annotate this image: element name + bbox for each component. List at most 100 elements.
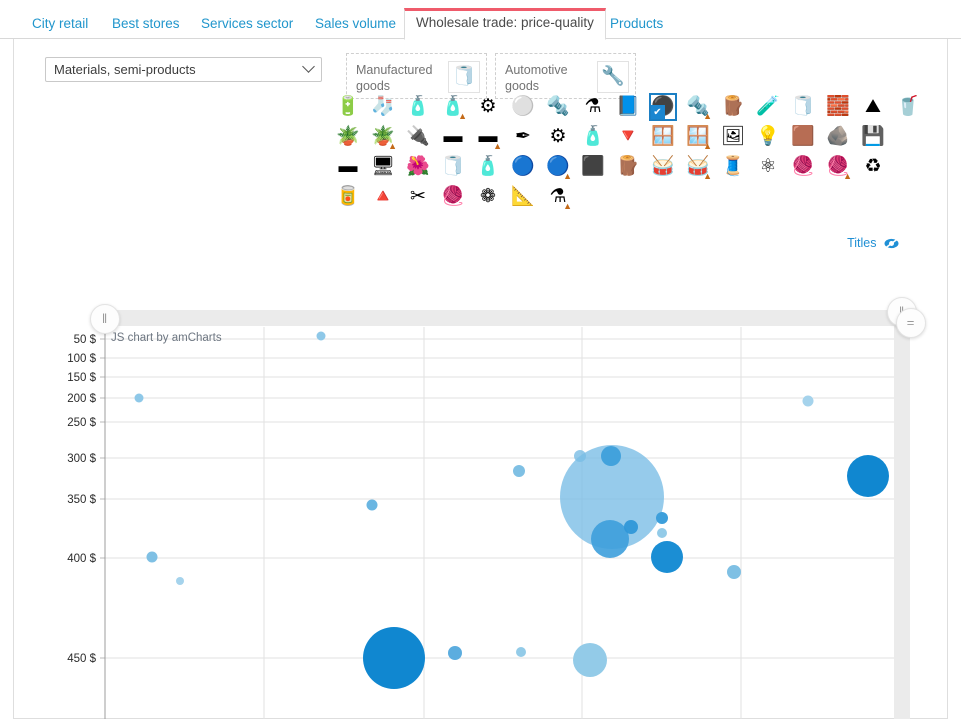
bubble-point[interactable] [657, 528, 667, 538]
bubble-point[interactable] [601, 446, 621, 466]
cups-icon[interactable]: 🥤 [894, 93, 922, 121]
warning-triangle-icon: ▲ [493, 141, 502, 151]
bubble-point[interactable] [651, 541, 683, 573]
microchip-icon[interactable]: ▬ [334, 153, 362, 181]
flower-icon[interactable]: 🌺 [404, 153, 432, 181]
molecule-icon[interactable]: ⚛ [754, 153, 782, 181]
monitor-icon[interactable]: 🖥 [369, 153, 397, 181]
bubble-point[interactable] [134, 393, 144, 403]
sphere-icon[interactable]: 🔵 [509, 153, 537, 181]
tab-wholesale-trade-price-quality[interactable]: Wholesale trade: price-quality [404, 8, 606, 40]
paper-towel-icon[interactable]: 🧻 [439, 153, 467, 181]
boot-icon[interactable]: 🧦 [369, 93, 397, 121]
electric-motor-icon[interactable]: 🔌 [404, 123, 432, 151]
warning-triangle-icon: ▲ [563, 201, 572, 211]
tab-city-retail[interactable]: City retail [20, 10, 100, 39]
bubble-point[interactable] [513, 465, 525, 477]
bookmark-icon[interactable]: 📘 [614, 93, 642, 121]
yarn-icon[interactable]: 🧶 [439, 183, 467, 211]
bubble-chart[interactable]: 50 $ 100 $ 150 $ 200 $ 250 $ 300 $ 350 $ 400 $ 4… [14, 249, 949, 719]
titles-toggle-label: Titles [847, 236, 877, 250]
flask-icon[interactable]: ⚗ [579, 93, 607, 121]
tab-best-stores[interactable]: Best stores [100, 10, 192, 39]
y-axis-label: 100 $ [67, 353, 96, 365]
bubble-point[interactable] [573, 643, 607, 677]
propeller-icon[interactable]: ❁ [474, 183, 502, 211]
metal-sheet-icon[interactable]: 📐 [509, 183, 537, 211]
tab-services-sector[interactable]: Services sector [189, 10, 305, 39]
bubble-point[interactable] [516, 647, 526, 657]
bubble-point[interactable] [847, 455, 889, 497]
circuit-board-icon[interactable]: 💾 [859, 123, 887, 151]
bearings-warning-icon[interactable]: 🔩 ▲ [684, 93, 712, 121]
steel-drum-icon[interactable]: 🥁 [649, 153, 677, 181]
tab-label: Products [610, 16, 664, 31]
bubble-point[interactable] [624, 520, 638, 534]
fabric-icon[interactable]: 🧻 [789, 93, 817, 121]
turbine-icon[interactable]: 🔋 [334, 93, 362, 121]
pliers-icon[interactable]: ✂ [404, 183, 432, 211]
solar-panel-icon[interactable]: 🖼 [719, 123, 747, 151]
sand-pile-icon[interactable]: ⛰ [859, 93, 887, 121]
recycle-icon[interactable]: ♻ [859, 153, 887, 181]
crystal-icon[interactable]: 🔺 [369, 183, 397, 211]
warning-triangle-icon: ▲ [458, 111, 467, 121]
stone-icon[interactable]: 🪨 [824, 123, 852, 151]
chart-credits: JS chart by amCharts [111, 332, 222, 344]
bubble-point[interactable] [802, 395, 814, 407]
leather-icon[interactable]: 🟫 [789, 123, 817, 151]
golf-ball-icon[interactable]: ⚪ [509, 93, 537, 121]
bubble-point[interactable] [591, 520, 629, 558]
chip-warning-icon[interactable]: ▬ ▲ [474, 123, 503, 151]
blade-icon[interactable]: ✒ [509, 123, 537, 151]
glass-panes-icon[interactable]: 🪟 [649, 123, 677, 151]
lumber-icon[interactable]: 🪵 [719, 93, 747, 121]
bubble-point[interactable] [574, 450, 586, 462]
black-cylinder-icon[interactable]: ⬛ [579, 153, 607, 181]
bubble-point[interactable] [366, 499, 378, 511]
roller-icon[interactable]: 🔩 [544, 93, 572, 121]
green-roll-icon[interactable]: 🧵 [719, 153, 747, 181]
bubble-point[interactable] [363, 627, 425, 689]
bubble-point[interactable] [316, 331, 326, 341]
tab-products[interactable]: Products [598, 10, 675, 39]
vertical-scroll-track[interactable] [894, 310, 910, 719]
bubble-point[interactable] [448, 646, 462, 660]
bearings-selected-icon[interactable]: ⚫✔ [649, 93, 677, 121]
detergent-icon[interactable]: 🧴 [579, 123, 607, 151]
y-axis-label: 250 $ [67, 417, 96, 429]
led-icon[interactable]: 💡 [754, 123, 782, 151]
chip-icon[interactable]: ▬ [439, 123, 467, 151]
tab-sales-volume[interactable]: Sales volume [303, 10, 408, 39]
icon-grid-row: 🥫 🔺 ✂ 🧶 ❁ 📐 ⚗ ▲ [334, 183, 899, 213]
pipes-icon[interactable]: 🧴 [404, 93, 432, 121]
chemical-warning-icon[interactable]: ⚗ ▲ [544, 183, 572, 211]
category-filter-select[interactable]: Materials, semi-products [45, 57, 322, 82]
steel-drum-warning-icon[interactable]: 🥁 ▲ [684, 153, 712, 181]
bubble-point[interactable] [727, 565, 741, 579]
sphere-warning-icon[interactable]: 🔵 ▲ [544, 153, 572, 181]
glass-panes-warning-icon[interactable]: 🪟 ▲ [684, 123, 712, 151]
bubble-point[interactable] [176, 577, 184, 585]
paint-cans-icon[interactable]: 🪴 [334, 123, 362, 151]
warning-triangle-icon: ▲ [703, 111, 712, 121]
scroll-handle-left[interactable]: ‖ [90, 304, 120, 334]
bricks-icon[interactable]: 🧱 [824, 93, 852, 121]
wood-log-icon[interactable]: 🪵 [614, 153, 642, 181]
gear-dark-icon[interactable]: ⚙ [544, 123, 572, 151]
bubble-point[interactable] [146, 551, 158, 563]
metal-roll-icon[interactable]: 🥫 [334, 183, 362, 211]
motor-icon[interactable]: ⚙ [474, 93, 502, 121]
green-bottle-icon[interactable]: 🧴 [474, 153, 502, 181]
product-icon-grid[interactable]: 🔋🧦🧴🧴▲⚙⚪🔩⚗📘⚫✔🔩▲🪵🧪🧻🧱⛰🥤🪴🪴▲🔌▬▬▲✒⚙🧴🔻🪟🪟▲🖼💡🟫🪨💾▬… [334, 93, 920, 213]
bubble-point[interactable] [656, 512, 668, 524]
red-coil-warning-icon[interactable]: 🧶 ▲ [824, 153, 852, 181]
y-axis-label: 200 $ [67, 393, 96, 405]
horizontal-scroll-track[interactable] [105, 310, 900, 326]
pipes-warning-icon[interactable]: 🧴 ▲ [439, 93, 467, 121]
zoom-reset-handle-top[interactable]: = [896, 308, 926, 338]
funnel-icon[interactable]: 🔻 [614, 123, 642, 151]
chemical-bottle-icon[interactable]: 🧪 [754, 93, 782, 121]
paint-cans-warning-icon[interactable]: 🪴 ▲ [369, 123, 397, 151]
red-coil-icon[interactable]: 🧶 [789, 153, 817, 181]
